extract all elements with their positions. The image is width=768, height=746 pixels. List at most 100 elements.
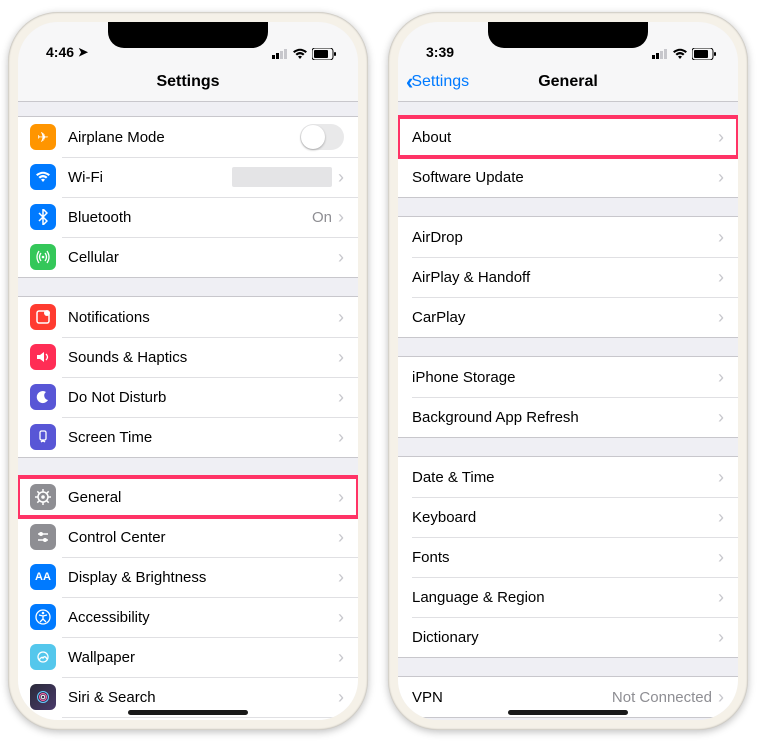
display-icon: AA — [30, 564, 56, 590]
row-date-time[interactable]: Date & Time › — [398, 457, 738, 497]
status-icons — [652, 48, 716, 60]
row-label: Display & Brightness — [68, 569, 338, 586]
row-about[interactable]: About › — [398, 117, 738, 157]
row-general[interactable]: General › — [18, 477, 358, 517]
settings-list[interactable]: ✈ Airplane Mode Wi-Fi › — [18, 102, 358, 720]
control-center-icon — [30, 524, 56, 550]
back-button[interactable]: ‹ Settings — [406, 62, 469, 101]
row-label: Do Not Disturb — [68, 389, 338, 406]
wifi-icon — [30, 164, 56, 190]
chevron-right-icon: › — [718, 228, 724, 246]
cellular-icon — [30, 244, 56, 270]
chevron-right-icon: › — [718, 548, 724, 566]
airplane-toggle[interactable] — [300, 124, 344, 150]
row-cellular[interactable]: Cellular › — [18, 237, 358, 277]
chevron-right-icon: › — [338, 168, 344, 186]
cellular-icon — [652, 49, 668, 59]
row-label: VPN — [412, 689, 612, 706]
row-label: Language & Region — [412, 589, 718, 606]
row-label: Wallpaper — [68, 649, 338, 666]
row-notifications[interactable]: Notifications › — [18, 297, 358, 337]
row-bluetooth[interactable]: Bluetooth On › — [18, 197, 358, 237]
screentime-icon — [30, 424, 56, 450]
row-label: Wi-Fi — [68, 169, 232, 186]
row-wallpaper[interactable]: Wallpaper › — [18, 637, 358, 677]
back-label: Settings — [411, 73, 469, 91]
chevron-right-icon: › — [338, 648, 344, 666]
row-label: Control Center — [68, 529, 338, 546]
siri-icon — [30, 684, 56, 710]
home-indicator[interactable] — [128, 710, 248, 715]
row-label: Screen Time — [68, 429, 338, 446]
notifications-icon — [30, 304, 56, 330]
accessibility-icon — [30, 604, 56, 630]
location-icon: ➤ — [78, 45, 88, 59]
row-software-update[interactable]: Software Update › — [398, 157, 738, 197]
row-dnd[interactable]: Do Not Disturb › — [18, 377, 358, 417]
row-label: Accessibility — [68, 609, 338, 626]
row-sounds[interactable]: Sounds & Haptics › — [18, 337, 358, 377]
chevron-right-icon: › — [718, 468, 724, 486]
row-airdrop[interactable]: AirDrop › — [398, 217, 738, 257]
row-fonts[interactable]: Fonts › — [398, 537, 738, 577]
chevron-right-icon: › — [718, 408, 724, 426]
row-background-refresh[interactable]: Background App Refresh › — [398, 397, 738, 437]
general-list[interactable]: About › Software Update › AirDrop › AirP… — [398, 102, 738, 720]
chevron-right-icon: › — [718, 588, 724, 606]
row-storage[interactable]: iPhone Storage › — [398, 357, 738, 397]
row-label: Notifications — [68, 309, 338, 326]
row-airplay[interactable]: AirPlay & Handoff › — [398, 257, 738, 297]
dnd-icon — [30, 384, 56, 410]
row-label: About — [412, 129, 718, 146]
navbar: Settings — [18, 62, 358, 102]
row-label: iPhone Storage — [412, 369, 718, 386]
chevron-right-icon: › — [338, 688, 344, 706]
row-label: Fonts — [412, 549, 718, 566]
row-wifi[interactable]: Wi-Fi › — [18, 157, 358, 197]
row-detail: On — [312, 209, 332, 226]
phone-right: 3:39 ‹ Settings — [388, 12, 748, 730]
row-label: Software Update — [412, 169, 718, 186]
row-label: Cellular — [68, 249, 338, 266]
wifi-icon — [292, 48, 308, 60]
cellular-icon — [272, 49, 288, 59]
row-screentime[interactable]: Screen Time › — [18, 417, 358, 457]
row-label: AirDrop — [412, 229, 718, 246]
row-dictionary[interactable]: Dictionary › — [398, 617, 738, 657]
row-carplay[interactable]: CarPlay › — [398, 297, 738, 337]
page-title: General — [538, 73, 598, 91]
chevron-right-icon: › — [338, 208, 344, 226]
chevron-right-icon: › — [718, 128, 724, 146]
chevron-right-icon: › — [338, 428, 344, 446]
row-label: Date & Time — [412, 469, 718, 486]
row-label: General — [68, 489, 338, 506]
row-faceid[interactable]: Face ID & Passcode › — [18, 717, 358, 720]
chevron-right-icon: › — [718, 368, 724, 386]
row-label: Siri & Search — [68, 689, 338, 706]
row-label: Airplane Mode — [68, 129, 300, 146]
row-language[interactable]: Language & Region › — [398, 577, 738, 617]
row-display[interactable]: AA Display & Brightness › — [18, 557, 358, 597]
chevron-right-icon: › — [338, 388, 344, 406]
row-keyboard[interactable]: Keyboard › — [398, 497, 738, 537]
home-indicator[interactable] — [508, 710, 628, 715]
phone-left: 4:46 ➤ Settings — [8, 12, 368, 730]
row-control-center[interactable]: Control Center › — [18, 517, 358, 557]
row-label: Bluetooth — [68, 209, 312, 226]
status-time: 3:39 — [426, 44, 454, 60]
notch — [488, 22, 648, 48]
row-label: Background App Refresh — [412, 409, 718, 426]
row-label: CarPlay — [412, 309, 718, 326]
battery-icon — [692, 48, 716, 60]
bluetooth-icon — [30, 204, 56, 230]
notch — [108, 22, 268, 48]
page-title: Settings — [156, 73, 219, 91]
screen-right: 3:39 ‹ Settings — [398, 22, 738, 720]
chevron-right-icon: › — [718, 308, 724, 326]
gear-icon — [30, 484, 56, 510]
wifi-icon — [672, 48, 688, 60]
chevron-right-icon: › — [718, 628, 724, 646]
status-icons — [272, 48, 336, 60]
row-airplane-mode[interactable]: ✈ Airplane Mode — [18, 117, 358, 157]
row-accessibility[interactable]: Accessibility › — [18, 597, 358, 637]
